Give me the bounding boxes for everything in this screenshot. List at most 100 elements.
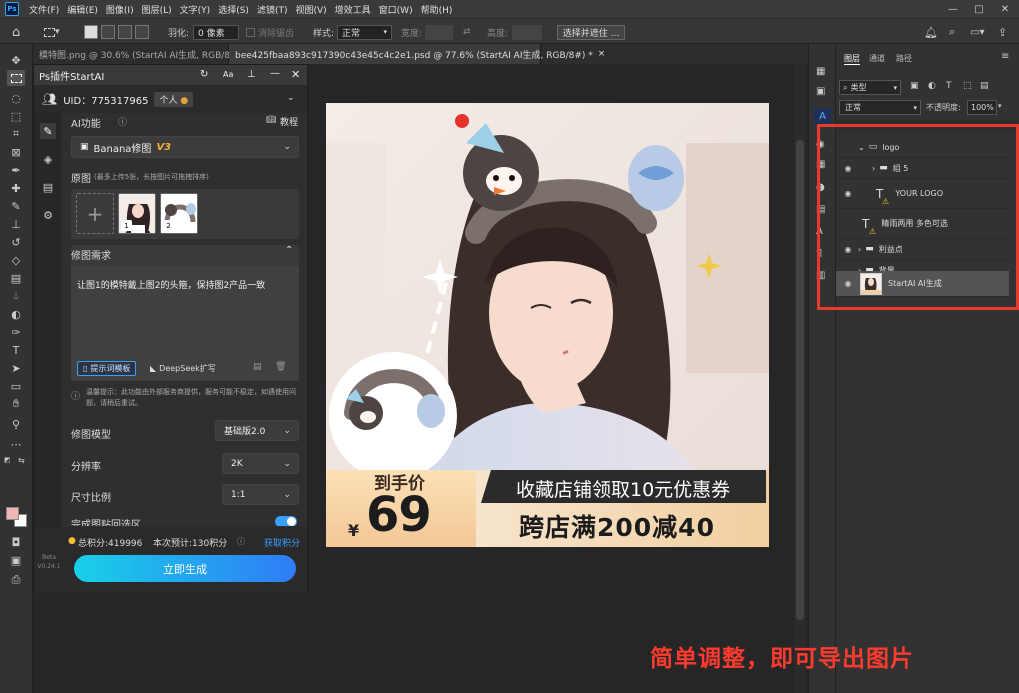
eyedropper-tool-icon[interactable]: ✒ xyxy=(7,162,25,178)
maximize-button[interactable]: □ xyxy=(966,0,992,18)
dodge-tool-icon[interactable]: ◐ xyxy=(7,306,25,322)
filter-type-icon[interactable]: T xyxy=(946,81,952,91)
generate-button[interactable]: 立即生成 xyxy=(74,555,296,582)
tab-layers[interactable]: 图层 xyxy=(844,53,860,65)
resolution-select[interactable]: 2K ⌄ xyxy=(222,453,299,474)
refresh-icon[interactable]: ↻ xyxy=(200,69,208,80)
gear-icon[interactable]: ⚙ xyxy=(40,207,56,223)
workspace-icon[interactable]: ▭▾ xyxy=(970,24,984,40)
hand-tool-icon[interactable]: ✋︎ xyxy=(7,396,25,412)
move-tool-icon[interactable]: ✥ xyxy=(7,52,25,68)
pin-icon[interactable]: ⊥ xyxy=(247,69,256,80)
brush-tool-icon[interactable]: ✎ xyxy=(7,198,25,214)
frame-tool-icon[interactable]: ⊠ xyxy=(7,144,25,160)
history-doc-icon[interactable]: ▤ xyxy=(253,362,262,372)
antialias-checkbox[interactable]: 消除锯齿 xyxy=(246,24,294,40)
font-size-icon[interactable]: Aa xyxy=(223,70,233,79)
pen-tool-icon[interactable]: ✑ xyxy=(7,324,25,340)
lasso-tool-icon[interactable]: ◌ xyxy=(7,90,25,106)
chevron-down-icon[interactable]: ▾ xyxy=(998,102,1002,110)
subtract-selection-icon[interactable] xyxy=(118,25,132,39)
menu-layer[interactable]: 图层(L) xyxy=(138,3,176,16)
feather-input[interactable]: 0 像素 xyxy=(193,24,239,40)
close-window-button[interactable]: ✕ xyxy=(992,0,1018,18)
intersect-selection-icon[interactable] xyxy=(135,25,149,39)
history-brush-tool-icon[interactable]: ↺ xyxy=(7,234,25,250)
quick-mask-icon[interactable]: ◘ xyxy=(7,534,25,550)
get-points-link[interactable]: 获取积分 xyxy=(264,536,300,549)
menu-file[interactable]: 文件(F) xyxy=(25,3,63,16)
healing-brush-tool-icon[interactable]: ✚ xyxy=(7,180,25,196)
filter-shape-icon[interactable]: ⬚ xyxy=(963,81,972,91)
prompt-template-button[interactable]: ▯ 提示词模板 xyxy=(77,361,137,376)
close-panel-icon[interactable]: ✕ xyxy=(291,68,300,81)
add-selection-icon[interactable] xyxy=(101,25,115,39)
info-icon[interactable]: ⓘ xyxy=(118,115,127,128)
search-icon[interactable]: ⌕ xyxy=(949,24,955,40)
canvas-image[interactable]: 到手价 ¥ 69 收藏店铺领取10元优惠券 跨店满200减40 xyxy=(326,103,769,547)
blend-mode-select[interactable]: 正常 ▾ xyxy=(839,100,921,115)
comments-panel-icon[interactable]: ▣ xyxy=(816,86,825,97)
export-icon[interactable]: ⎙ xyxy=(7,572,25,588)
ratio-select[interactable]: 1:1 ⌄ xyxy=(222,484,299,505)
panel-menu-icon[interactable]: ≡ xyxy=(1001,51,1009,62)
bell-icon[interactable]: 🔔︎ xyxy=(924,24,938,40)
clone-stamp-tool-icon[interactable]: ⊥ xyxy=(7,216,25,232)
marquee-tool-icon[interactable] xyxy=(7,70,25,86)
tab-paths[interactable]: 路径 xyxy=(896,53,912,64)
ai-function-select[interactable]: ▣ Banana修图 V3 ⌄ xyxy=(71,136,299,158)
swap-colors-icon[interactable]: ⇆ xyxy=(18,456,25,465)
menu-select[interactable]: 选择(S) xyxy=(214,3,253,16)
auto-paste-toggle[interactable] xyxy=(275,516,297,526)
tab-channels[interactable]: 通道 xyxy=(869,53,885,64)
book-icon[interactable]: 📖︎ xyxy=(266,115,276,124)
menu-filter[interactable]: 滤镜(T) xyxy=(253,3,292,16)
home-icon[interactable]: ⌂ xyxy=(12,24,20,40)
crop-tool-icon[interactable]: ⌗ xyxy=(7,126,25,142)
width-input[interactable] xyxy=(425,24,453,40)
scrollbar-thumb[interactable] xyxy=(796,140,804,620)
add-image-button[interactable]: + xyxy=(76,193,114,234)
filter-pixel-icon[interactable]: ▣ xyxy=(910,81,919,91)
path-select-tool-icon[interactable]: ➤ xyxy=(7,360,25,376)
document-icon[interactable]: ▤ xyxy=(40,179,56,195)
menu-plugins[interactable]: 增效工具 xyxy=(331,3,375,16)
default-colors-icon[interactable]: ◩ xyxy=(4,456,11,464)
menu-edit[interactable]: 编辑(E) xyxy=(63,3,102,16)
menu-type[interactable]: 文字(Y) xyxy=(176,3,215,16)
tab-model-image[interactable]: 模特图.png @ 30.6% (StartAI AI生成, RGB/8#) *… xyxy=(33,44,261,64)
blur-tool-icon[interactable]: 💧︎ xyxy=(7,288,25,304)
more-tools-icon[interactable]: ⋯ xyxy=(7,436,25,452)
estimate-info-icon[interactable]: ⓘ xyxy=(237,536,245,547)
style-select[interactable]: 正常 ▾ xyxy=(337,24,392,40)
model-select[interactable]: 基础版2.0 ⌄ xyxy=(215,420,299,441)
source-thumb-2[interactable]: 2 xyxy=(160,193,198,234)
opacity-input[interactable]: 100% xyxy=(967,100,997,115)
tab-psd-file[interactable]: bee425fbaa893c917390c43e45c4c2e1.psd @ 7… xyxy=(229,44,605,64)
menu-view[interactable]: 视图(V) xyxy=(291,3,330,16)
marquee-preset-icon[interactable]: ▾ xyxy=(44,24,60,40)
deepseek-expand-button[interactable]: ◣ DeepSeek扩写 xyxy=(145,361,221,376)
gradient-tool-icon[interactable]: ▤ xyxy=(7,270,25,286)
type-tool-icon[interactable]: T xyxy=(7,342,25,358)
new-selection-icon[interactable] xyxy=(84,25,98,39)
tutorial-link[interactable]: 教程 xyxy=(280,115,298,128)
filter-adjustment-icon[interactable]: ◐ xyxy=(928,81,936,91)
startai-panel-icon[interactable]: A xyxy=(814,108,831,125)
edit-icon[interactable]: ✎ xyxy=(40,123,56,139)
select-and-mask-button[interactable]: 选择并遮住 ... xyxy=(557,24,625,40)
foreground-color-swatch[interactable] xyxy=(6,507,19,520)
source-thumb-1[interactable]: 1 xyxy=(118,193,156,234)
filter-smart-object-icon[interactable]: ▤ xyxy=(980,81,989,91)
rectangle-tool-icon[interactable]: ▭ xyxy=(7,378,25,394)
layer-filter-select[interactable]: ⌕ 类型 ▾ xyxy=(839,80,901,95)
screen-mode-icon[interactable]: ▣ xyxy=(7,552,25,568)
swap-icon[interactable]: ⇄ xyxy=(463,24,471,40)
minimize-button[interactable]: — xyxy=(940,0,966,18)
minimize-panel-icon[interactable]: — xyxy=(270,68,280,79)
history-panel-icon[interactable]: ▦ xyxy=(816,66,825,77)
tab-close-icon[interactable]: × xyxy=(598,49,606,59)
menu-window[interactable]: 窗口(W) xyxy=(375,3,417,16)
menu-image[interactable]: 图像(I) xyxy=(102,3,138,16)
eraser-tool-icon[interactable]: ◇ xyxy=(7,252,25,268)
